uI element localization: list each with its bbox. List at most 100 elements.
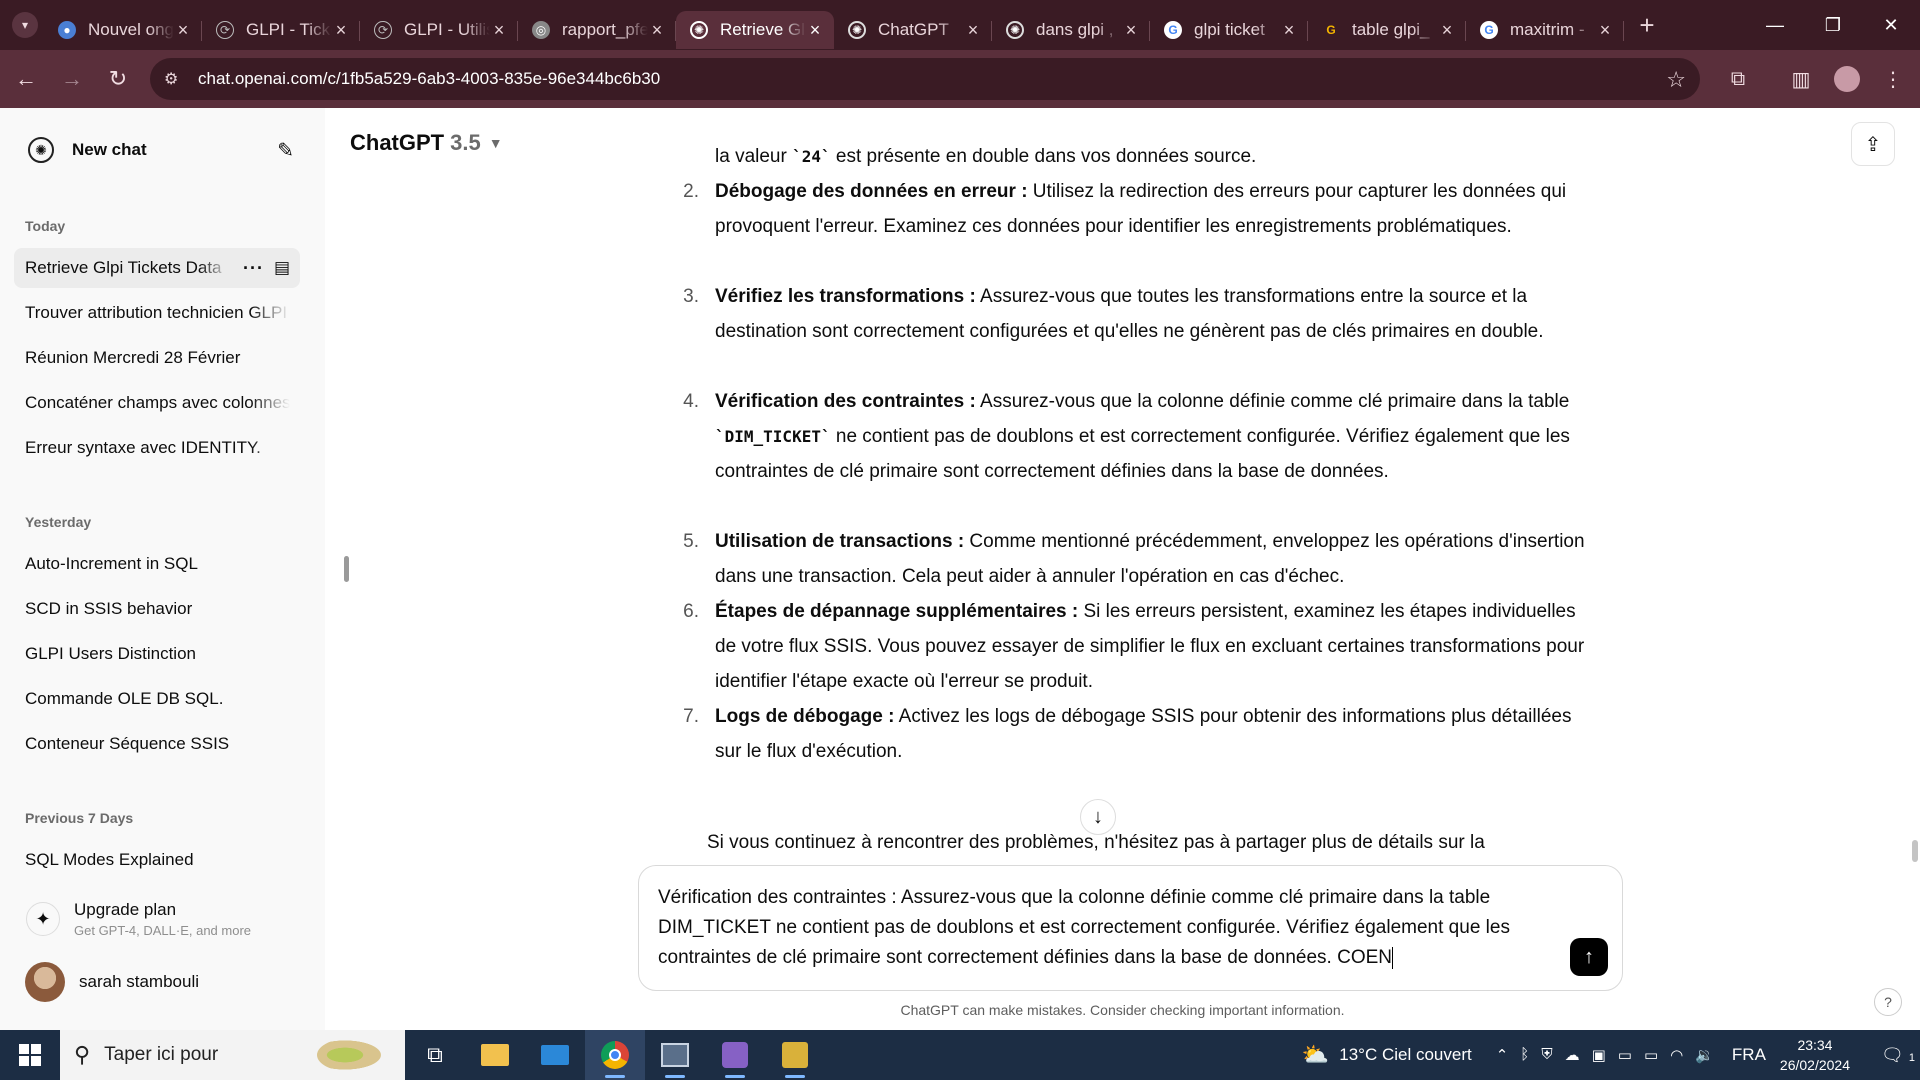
disclaimer: ChatGPT can make mistakes. Consider chec… xyxy=(900,1002,1345,1018)
tab-5[interactable]: ✺ ChatGPT × xyxy=(834,11,992,49)
glpi-icon: ⟳ xyxy=(216,21,234,39)
model-version: 3.5 xyxy=(450,130,481,155)
send-button[interactable]: ↑ xyxy=(1570,938,1608,976)
tab-7[interactable]: Gglpi ticket × xyxy=(1150,11,1308,49)
close-tab-icon[interactable]: × xyxy=(806,20,824,41)
meet-icon[interactable]: ▣ xyxy=(1592,1046,1606,1064)
task-view-icon[interactable]: ⧉ xyxy=(405,1030,465,1080)
chat-item[interactable]: Conteneur Séquence SSIS xyxy=(14,724,300,764)
message-composer[interactable]: Vérification des contraintes : Assurez-v… xyxy=(638,865,1623,991)
sidebar-toggle-handle[interactable] xyxy=(344,556,349,582)
group-label-today: Today xyxy=(25,218,66,234)
file-explorer-icon[interactable] xyxy=(465,1030,525,1080)
new-chat-button[interactable]: ✺ New chat ✎ xyxy=(14,130,300,170)
forward-button[interactable]: → xyxy=(52,59,92,99)
excel-icon[interactable] xyxy=(765,1030,825,1080)
tab-6[interactable]: ✺ dans glpi , × xyxy=(992,11,1150,49)
scrollbar[interactable] xyxy=(1912,840,1918,862)
step-text: ne contient pas de doublons et est corre… xyxy=(715,426,1570,482)
close-window-button[interactable]: ✕ xyxy=(1862,0,1920,50)
chrome-icon[interactable] xyxy=(585,1030,645,1080)
bookmark-star-icon[interactable]: ☆ xyxy=(1666,67,1686,93)
tab-0[interactable]: ● Nouvel onglet× xyxy=(44,11,202,49)
avatar xyxy=(25,962,65,1002)
list-number: 4. xyxy=(683,391,699,412)
close-tab-icon[interactable]: × xyxy=(332,20,350,41)
reload-button[interactable]: ↻ xyxy=(98,59,138,99)
extensions-icon[interactable]: ⧉ xyxy=(1718,59,1758,99)
user-menu-button[interactable]: sarah stambouli xyxy=(14,960,300,1004)
browser-menu-icon[interactable]: ⋮ xyxy=(1873,59,1913,99)
chat-item[interactable]: Erreur syntaxe avec IDENTITY. xyxy=(14,428,300,468)
search-highlight-image xyxy=(317,1038,387,1072)
chrome-icon: ● xyxy=(58,21,76,39)
chevron-up-icon[interactable]: ⌃ xyxy=(1496,1046,1509,1064)
visual-studio-icon[interactable] xyxy=(705,1030,765,1080)
restore-button[interactable]: ❐ xyxy=(1804,0,1862,50)
chat-item[interactable]: Réunion Mercredi 28 Février xyxy=(14,338,300,378)
notifications-button[interactable]: 🗨 1 xyxy=(1876,1045,1920,1066)
tab-3[interactable]: ◎ rapport_pfe × xyxy=(518,11,676,49)
tab-search-button[interactable]: ▾ xyxy=(12,12,38,38)
inline-code: `DIM_TICKET` xyxy=(715,427,831,446)
shield-icon[interactable]: ⛨ xyxy=(1541,1046,1552,1064)
chat-item[interactable]: GLPI Users Distinction xyxy=(14,634,300,674)
close-tab-icon[interactable]: × xyxy=(648,20,666,41)
share-button[interactable]: ⇪ xyxy=(1851,122,1895,166)
chat-item[interactable]: Concaténer champs avec colonnes xyxy=(14,383,300,423)
close-tab-icon[interactable]: × xyxy=(174,20,192,41)
chat-item[interactable]: Auto-Increment in SQL xyxy=(14,544,300,584)
language-indicator[interactable]: FRA xyxy=(1732,1045,1766,1065)
wifi-icon[interactable]: ◠ xyxy=(1670,1046,1683,1064)
google-icon: G xyxy=(1480,21,1498,39)
chat-item[interactable]: SCD in SSIS behavior xyxy=(14,589,300,629)
onedrive-icon[interactable]: ☁ xyxy=(1565,1046,1580,1064)
volume-icon[interactable]: 🔉 xyxy=(1695,1046,1714,1064)
composer-input[interactable]: Vérification des contraintes : Assurez-v… xyxy=(658,883,1538,973)
scroll-to-bottom-button[interactable]: ↓ xyxy=(1080,799,1116,835)
upgrade-plan-button[interactable]: ✦ Upgrade plan Get GPT-4, DALL·E, and mo… xyxy=(14,891,300,947)
site-info-icon[interactable]: ⚙ xyxy=(164,69,184,89)
close-tab-icon[interactable]: × xyxy=(490,20,508,41)
arrow-up-icon: ↑ xyxy=(1584,945,1594,968)
start-button[interactable] xyxy=(0,1030,60,1080)
taskbar-search[interactable]: ⚲ Taper ici pour xyxy=(60,1030,405,1080)
clock[interactable]: 23:34 26/02/2024 xyxy=(1780,1035,1850,1075)
address-bar[interactable]: ⚙ chat.openai.com/c/1fb5a529-6ab3-4003-8… xyxy=(150,58,1700,100)
list-number: 5. xyxy=(683,531,699,552)
mail-icon[interactable] xyxy=(525,1030,585,1080)
chat-item-label: Retrieve Glpi Tickets Data xyxy=(25,258,222,277)
more-options-icon[interactable]: ··· xyxy=(243,258,264,279)
tab-title: dans glpi , xyxy=(1036,20,1114,39)
chat-item[interactable]: Commande OLE DB SQL. xyxy=(14,679,300,719)
bluetooth-icon[interactable]: ᛒ xyxy=(1520,1046,1529,1064)
ssms-icon[interactable] xyxy=(645,1030,705,1080)
minimize-button[interactable]: — xyxy=(1746,0,1804,50)
side-panel-icon[interactable]: ▥ xyxy=(1781,59,1821,99)
inline-code: `24` xyxy=(792,147,831,166)
close-tab-icon[interactable]: × xyxy=(1122,20,1140,41)
archive-icon[interactable]: ▤ xyxy=(274,258,290,278)
back-button[interactable]: ← xyxy=(6,59,46,99)
close-tab-icon[interactable]: × xyxy=(1280,20,1298,41)
tab-9[interactable]: Gmaxitrim - × xyxy=(1466,11,1624,49)
edit-icon[interactable]: ✎ xyxy=(277,138,294,163)
close-tab-icon[interactable]: × xyxy=(1596,20,1614,41)
model-selector[interactable]: ChatGPT 3.5 ▼ xyxy=(350,130,503,156)
close-tab-icon[interactable]: × xyxy=(964,20,982,41)
help-button[interactable]: ? xyxy=(1874,988,1902,1016)
tab-2[interactable]: ⟳ GLPI - Utilisateurs× xyxy=(360,11,518,49)
text: est présente en double dans vos données … xyxy=(830,146,1257,167)
close-tab-icon[interactable]: × xyxy=(1438,20,1456,41)
tab-8[interactable]: Gtable glpi_ × xyxy=(1308,11,1466,49)
weather-widget[interactable]: ⛅ 13°C Ciel couvert xyxy=(1302,1042,1472,1068)
tab-1[interactable]: ⟳ GLPI - Tickets× xyxy=(202,11,360,49)
chat-item[interactable]: Retrieve Glpi Tickets Data ··· ▤ xyxy=(14,248,300,288)
display-icon[interactable]: ▭ xyxy=(1618,1046,1632,1064)
tab-4[interactable]: ✺ Retrieve Glpi Tickets Data× xyxy=(676,11,834,49)
profile-avatar[interactable] xyxy=(1827,59,1867,99)
chat-item[interactable]: SQL Modes Explained xyxy=(14,840,300,880)
chat-item[interactable]: Trouver attribution technicien GLPI xyxy=(14,293,300,333)
new-tab-button[interactable]: + xyxy=(1632,10,1662,40)
battery-icon[interactable]: ▭ xyxy=(1644,1046,1658,1064)
